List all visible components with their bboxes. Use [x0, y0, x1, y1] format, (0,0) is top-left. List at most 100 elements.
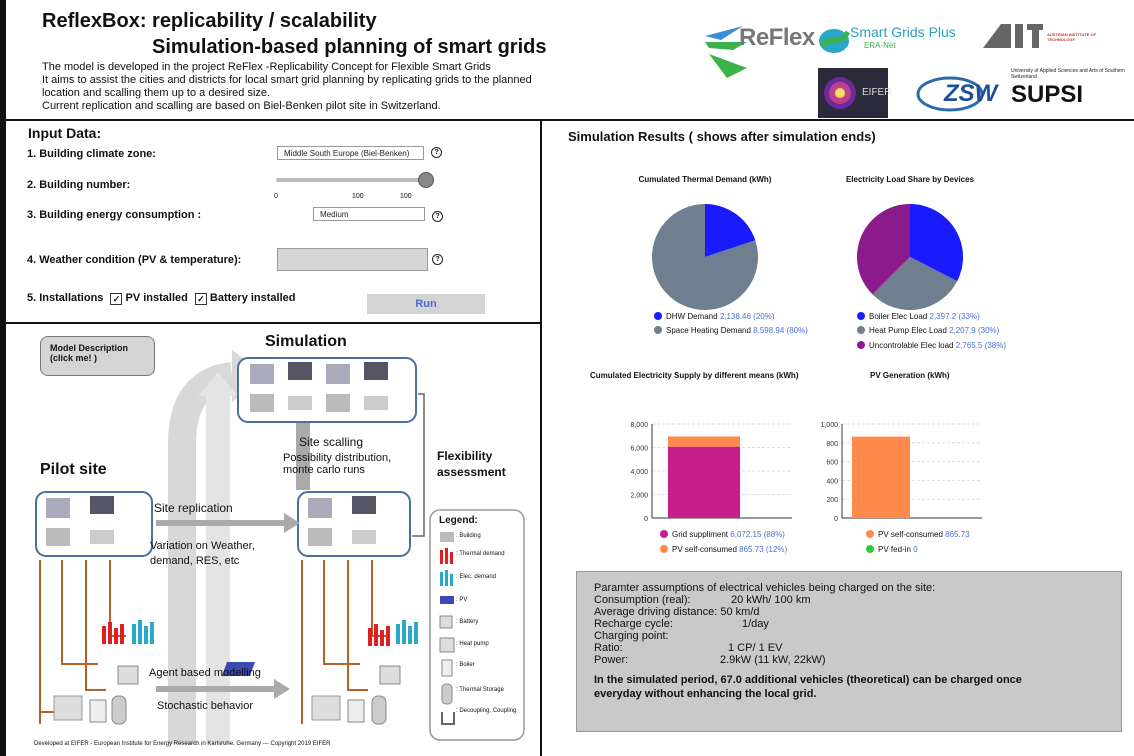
legend-label: PV self-consumed	[672, 545, 737, 554]
legend-value: 2,207.9 (30%)	[949, 326, 1000, 335]
legend-icons	[439, 532, 455, 725]
slider-tick-mid: 100	[352, 193, 364, 200]
ev-line: Paramter assumptions of electrical vehic…	[594, 582, 936, 594]
legend-dot	[660, 545, 668, 553]
page-title: ReflexBox: replicability / scalability	[42, 10, 377, 32]
pv-checkbox[interactable]: ✓	[110, 293, 123, 305]
description-line: location and scalling them up to a desir…	[42, 87, 271, 99]
results-title: Simulation Results ( shows after simulat…	[568, 129, 876, 144]
building-number-slider[interactable]	[276, 172, 436, 188]
eifer-sphere-icon	[824, 77, 856, 109]
elec-load-pie	[857, 204, 963, 310]
climate-zone-select[interactable]: Middle South Europe (Biel-Benken)	[277, 146, 424, 160]
stochastic-label: Stochastic behavior	[157, 700, 253, 712]
legend-pv-fed-in[interactable]: PV fed-in 0	[866, 545, 918, 554]
electricity-supply-bar-chart: 0 2,000 4,000 6,000 8,000	[630, 422, 792, 523]
legend-dhw[interactable]: DHW Demand 2,138.46 (20%)	[654, 312, 775, 321]
ev-assumptions-panel: Paramter assumptions of electrical vehic…	[576, 571, 1122, 732]
thermal-demand-pie	[652, 204, 758, 310]
legend-label: PV fed-in	[878, 545, 911, 554]
weather-label: 4. Weather condition (PV & temperature):	[27, 254, 242, 266]
legend-label: Heat Pump Elec Load	[869, 326, 947, 335]
legend-pv-self-consumed[interactable]: PV self-consumed 865.73 (12%)	[660, 545, 787, 554]
bar-segment[interactable]	[668, 446, 740, 518]
battery-label: Battery installed	[209, 292, 296, 304]
replication-arrow	[156, 520, 286, 526]
help-icon[interactable]: ?	[432, 211, 443, 222]
weather-file-input[interactable]	[277, 248, 428, 271]
legend-dot	[660, 530, 668, 538]
legend-value: 2,138.46 (20%)	[719, 312, 775, 321]
legend-dot	[857, 326, 865, 334]
legend-item: : Thermal Storage	[456, 687, 504, 693]
legend-item: : Elec. demand	[456, 574, 497, 580]
legend-label: Grid suppliment	[672, 530, 729, 539]
zsw-logo: ZSW	[916, 70, 1006, 114]
ev-consumption-row: Consumption (real): 20 kWh/ 100 km	[594, 594, 1121, 606]
model-description-button[interactable]: Model Description (click me! )	[40, 336, 155, 376]
legend-item: : Boiler	[456, 662, 475, 668]
model-btn-line2: (click me! )	[50, 353, 98, 363]
ev-value: 2.9kW (11 kW, 22kW)	[720, 654, 826, 666]
legend-dot	[857, 341, 865, 349]
legend-grid-suppliment[interactable]: Grid suppliment 6,072.15 (88%)	[660, 530, 785, 539]
legend-dot	[654, 312, 662, 320]
ev-result-line1: In the simulated period, 67.0 additional…	[594, 674, 1022, 686]
page-subtitle: Simulation-based planning of smart grids	[152, 36, 547, 58]
slider-track	[276, 178, 426, 182]
ev-result-text: In the simulated period, 67.0 additional…	[594, 673, 1121, 701]
agent-modelling-label: Agent based modelling	[149, 667, 261, 679]
legend-title: Legend:	[439, 515, 478, 526]
ev-label: Power:	[594, 654, 629, 666]
legend-pv-self-consumed[interactable]: PV self-consumed 865.73	[866, 530, 970, 539]
elec-chart-title: Electricity Load Share by Devices	[845, 175, 975, 184]
supsi-subtitle: University of Applied Sciences and Arts …	[1011, 68, 1125, 80]
legend-dot	[866, 530, 874, 538]
energy-consumption-select[interactable]: Medium	[313, 207, 425, 221]
y-tick-label: 800	[826, 441, 838, 448]
building-number-label: 2. Building number:	[27, 179, 131, 191]
ev-distance: Average driving distance: 50 km/d	[594, 606, 760, 618]
battery-checkbox[interactable]: ✓	[194, 293, 207, 305]
slider-thumb[interactable]	[418, 172, 434, 188]
energy-consumption-label: 3. Building energy consumption :	[27, 209, 202, 221]
model-btn-line1: Model Description	[50, 343, 129, 353]
pv-label: PV installed	[125, 292, 188, 304]
y-tick-label: 0	[644, 516, 648, 523]
smartgrids-logo: Smart Grids Plus ERA-Net	[818, 22, 958, 58]
supply-chart-title: Cumulated Electricity Supply by differen…	[590, 371, 799, 380]
installations-row: 5. Installations ✓ PV installed ✓ Battery …	[27, 292, 296, 305]
description-line: It aims to assist the cities and distric…	[42, 74, 532, 86]
flex-line1: Flexibility	[437, 449, 493, 463]
ev-charging-point: Charging point:	[594, 630, 669, 642]
y-tick-label: 0	[834, 516, 838, 523]
simulation-label: Simulation	[265, 333, 347, 350]
bar-segment[interactable]	[852, 436, 910, 518]
reflex-logo: ReFlex	[703, 18, 815, 80]
ev-value: 20 kWh/ 100 km	[731, 594, 811, 606]
ev-value: 1/day	[742, 618, 769, 630]
pilot-demand-icons	[53, 620, 154, 725]
legend-uncontrolable[interactable]: Uncontrolable Elec load 2,765.5 (38%)	[857, 341, 1006, 350]
smartgrids-text: Smart Grids Plus	[850, 24, 956, 40]
legend-heatpump[interactable]: Heat Pump Elec Load 2,207.9 (30%)	[857, 326, 999, 335]
legend-value: 2,765.5 (38%)	[955, 341, 1006, 350]
ait-logo: AUSTRIAN INSTITUTE OF TECHNOLOGY	[983, 22, 1103, 52]
ev-label: Consumption (real):	[594, 594, 691, 606]
help-icon[interactable]: ?	[431, 147, 442, 158]
description-line: Current replication and scalling are bas…	[42, 100, 441, 112]
legend-item: : PV	[456, 597, 468, 603]
pv-generation-bar-chart: 0 200 400 600 800 1,000	[820, 422, 982, 523]
run-button[interactable]: Run	[367, 294, 485, 314]
bar-segment[interactable]	[668, 436, 740, 447]
legend-space-heating[interactable]: Space Heating Demand 8,598.94 (80%)	[654, 326, 808, 335]
legend-value: 865.73	[945, 530, 970, 539]
legend-dot	[654, 326, 662, 334]
help-icon[interactable]: ?	[432, 254, 443, 265]
legend-boiler[interactable]: Boiler Elec Load 2,397.2 (33%)	[857, 312, 980, 321]
legend-item: : Battery	[456, 619, 479, 625]
ev-ratio-row: Ratio: 1 CP/ 1 EV	[594, 642, 1121, 654]
legend-item: : Thermal demand	[456, 551, 505, 557]
eifer-text: EIFER	[862, 87, 892, 98]
ev-label: Ratio:	[594, 642, 623, 654]
